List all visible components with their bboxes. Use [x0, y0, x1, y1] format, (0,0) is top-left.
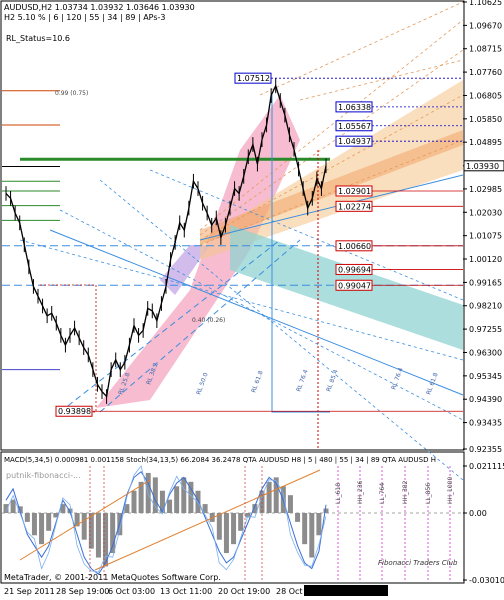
macd-bar [131, 490, 137, 513]
x-tick-label: 28 Oct [276, 587, 303, 596]
macd-bar [295, 512, 301, 522]
chart: 0.99 (0.75)0.40 (0.26)RL 25.8 RL 38.2 RL 5… [0, 0, 504, 596]
level-label: 1.07512 [237, 74, 270, 83]
macd-bar [195, 490, 201, 513]
macd-bar [323, 508, 329, 513]
macd-bar [181, 477, 187, 513]
x-tick-label: 20 Oct 19:00 [218, 587, 270, 596]
indicator-vline-label: LL_856 [425, 483, 432, 504]
indicator-watermark: putnik-fibonacci-... [6, 471, 81, 480]
level-label: 0.99694 [338, 265, 371, 274]
macd-bar [216, 512, 222, 540]
y-tick-label: 1.08715 [469, 45, 502, 54]
status-label: RL_Status=10.6 [6, 34, 70, 43]
header-line2: H2 5.10 % | 6 | 120 | 55 | 34 | 89 | APs… [4, 13, 166, 22]
y-tick-label: 1.02030 [469, 208, 502, 217]
y-tick-label: 0.96300 [469, 348, 502, 357]
macd-bar [10, 499, 16, 513]
y-tick-label: 1.01075 [469, 232, 502, 241]
x-tick-label: 28 Sep 19:00 [56, 587, 109, 596]
current-price-label: 1.03930 [466, 162, 499, 171]
indicator-vline-label: LL_618 [335, 483, 342, 504]
macd-bar [309, 512, 315, 558]
macd-bar [266, 481, 272, 513]
level-label: 1.05567 [338, 122, 371, 131]
y-tick-label: 1.02985 [469, 185, 502, 194]
y-tick-label: 1.10625 [469, 0, 502, 7]
y-tick-label: 1.00120 [469, 255, 502, 264]
x-tick-label: 2011.11.04 06:54 [306, 587, 377, 596]
y-tick-label: 0.92355 [469, 445, 502, 454]
y-tick-label: 1.06805 [469, 91, 502, 100]
macd-bar [81, 512, 87, 540]
macd-bar [46, 512, 52, 531]
y-tick-label: 1.09670 [469, 21, 502, 30]
y-tick-label: 1.05850 [469, 115, 502, 124]
indicator-y-label: 0.00 [469, 509, 487, 518]
macd-bar [39, 512, 45, 545]
macd-bar [231, 512, 237, 545]
y-tick-label: 0.98210 [469, 302, 502, 311]
macd-bar [174, 486, 180, 513]
macd-bar [238, 512, 244, 531]
level-label: 1.06338 [338, 103, 371, 112]
macd-bar [24, 512, 30, 522]
indicator-sub-watermark: Fibonacci Traders Club [378, 559, 458, 567]
macd-bar [287, 495, 293, 513]
level-label: 0.93898 [58, 407, 91, 416]
annotation-label: 0.40 (0.26) [192, 317, 225, 324]
level-label: 1.02274 [338, 202, 371, 211]
macd-bar [302, 512, 308, 545]
copyright: MetaTrader, © 2001-2011 MetaQuotes Softw… [4, 573, 221, 582]
y-tick-label: 0.97255 [469, 325, 502, 334]
x-axis: 21 Sep 2011 28 Sep 19:006 Oct 03:00 13 Oct… [4, 585, 388, 596]
indicator-y-label: 0.021115 [469, 462, 504, 471]
y-tick-label: 0.94390 [469, 395, 502, 404]
macd-bar [167, 499, 173, 513]
macd-bar [88, 512, 94, 549]
annotation-label: 0.99 (0.75) [55, 90, 88, 97]
x-tick-label: 13 Oct 11:00 [160, 587, 212, 596]
indicator-vline-label: HH_382 [402, 480, 409, 504]
x-tick-label: 6 Oct 03:00 [108, 587, 155, 596]
indicator-title: MACD(5,34,5) 0.000981 0.001158 Stoch(34,… [4, 456, 436, 464]
indicator-vline-label: HH_1000 [447, 477, 454, 504]
indicator-y-label: -0.030101 [469, 576, 504, 585]
indicator-vline-label: LL_764 [379, 483, 386, 504]
macd-bar [31, 512, 37, 536]
y-tick-label: 0.95345 [469, 372, 502, 381]
x-tick-label: 21 Sep 2011 [4, 587, 55, 596]
macd-bar [316, 512, 322, 536]
y-tick-label: 0.99165 [469, 278, 502, 287]
macd-bar [223, 512, 229, 554]
level-label: 1.04937 [338, 137, 371, 146]
level-label: 1.02901 [338, 187, 371, 196]
y-tick-label: 1.04895 [469, 138, 502, 147]
macd-bar [95, 512, 101, 558]
header-line1: AUDUSD,H2 1.03734 1.03932 1.03646 1.0393… [4, 3, 195, 12]
indicator-vline-label: HH_236 [357, 480, 364, 504]
y-tick-label: 1.07760 [469, 68, 502, 77]
level-label: 1.00660 [338, 242, 371, 251]
y-axis: 1.10625 1.09670 1.08715 1.07760 1.06805 1.058… [463, 0, 504, 454]
y-tick-label: 0.93435 [469, 419, 502, 428]
level-label: 0.99047 [338, 281, 371, 290]
